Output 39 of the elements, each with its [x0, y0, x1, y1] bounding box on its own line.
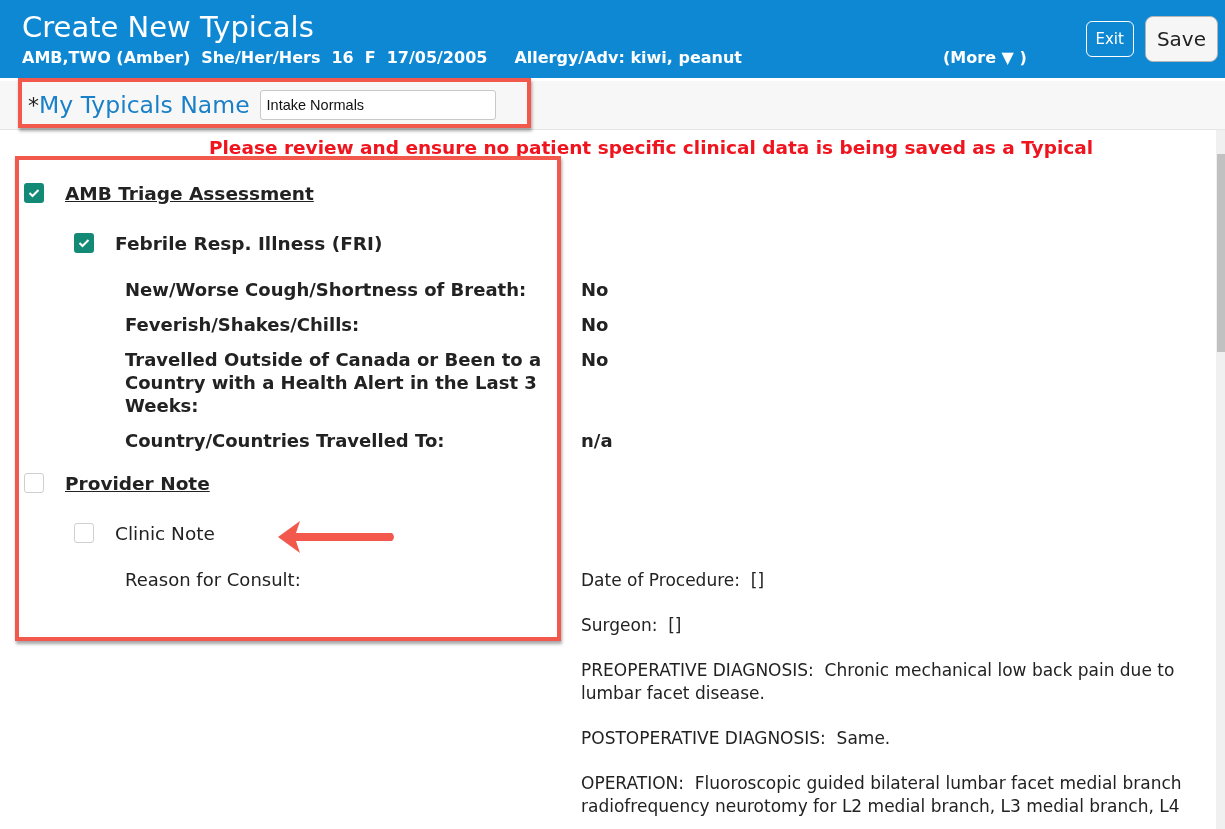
exit-button[interactable]: Exit	[1085, 21, 1134, 57]
checkbox[interactable]	[74, 233, 94, 253]
scrollbar[interactable]	[1216, 130, 1225, 829]
more-link[interactable]: (More ▼ )	[943, 47, 1027, 67]
field-label: My Typicals Name	[39, 91, 250, 119]
field-value: No	[581, 279, 609, 300]
patient-info: She/Her/Hers	[201, 47, 321, 67]
field-label: Country/Countries Travelled To:	[125, 429, 446, 452]
checkbox[interactable]	[24, 183, 44, 203]
checkbox[interactable]	[74, 523, 94, 543]
name-input[interactable]: Intake Normals	[259, 90, 496, 120]
patient-info: F	[364, 47, 376, 67]
check-icon	[28, 188, 40, 198]
subsection-title: Febrile Resp. Illness (FRI)	[115, 232, 383, 254]
subsection-title: Clinic Note	[115, 522, 215, 544]
save-button[interactable]: Save	[1144, 16, 1218, 62]
note-paragraph: OPERATION: Fluoroscopic guided bilateral lumbar facet medial branch radiofrequency neurotomy for L2 medial branch, L3 medial branch, L4	[581, 772, 1183, 818]
note-paragraph: Date of Procedure: []	[581, 569, 766, 592]
field-label: New/Worse Cough/Shortness of Breath:	[125, 278, 528, 301]
check-icon	[78, 238, 90, 248]
note-paragraph: PREOPERATIVE DIAGNOSIS: Chronic mechanical low back pain due to lumbar facet disease.	[581, 659, 1176, 705]
patient-info: 17/05/2005	[386, 47, 488, 67]
field-value: n/a	[581, 430, 613, 451]
field-label: Reason for Consult:	[125, 568, 302, 592]
warning-message: Please review and ensure no patient specific clinical data is being saved as a Typical	[207, 136, 1095, 160]
section-heading: AMB Triage Assessment	[65, 182, 314, 204]
field-label: Feverish/Shakes/Chills:	[125, 313, 361, 336]
required-mark: *	[28, 92, 39, 118]
note-paragraph: Surgeon: []	[581, 614, 683, 637]
patient-info: 16	[331, 47, 354, 67]
checkbox[interactable]	[24, 473, 44, 493]
page-title: Create New Typicals	[22, 9, 315, 44]
field-value: No	[581, 349, 609, 370]
section-heading: Provider Note	[65, 472, 210, 494]
field-label: Travelled Outside of Canada or Been to a Country with a Health Alert in the Last 3 Weeks:	[125, 348, 543, 417]
field-value: No	[581, 314, 609, 335]
note-paragraph: POSTOPERATIVE DIAGNOSIS: Same.	[581, 727, 892, 750]
patient-info: Allergy/Adv: kiwi, peanut	[514, 47, 742, 67]
patient-name: AMB,TWO (Amber)	[22, 47, 191, 67]
